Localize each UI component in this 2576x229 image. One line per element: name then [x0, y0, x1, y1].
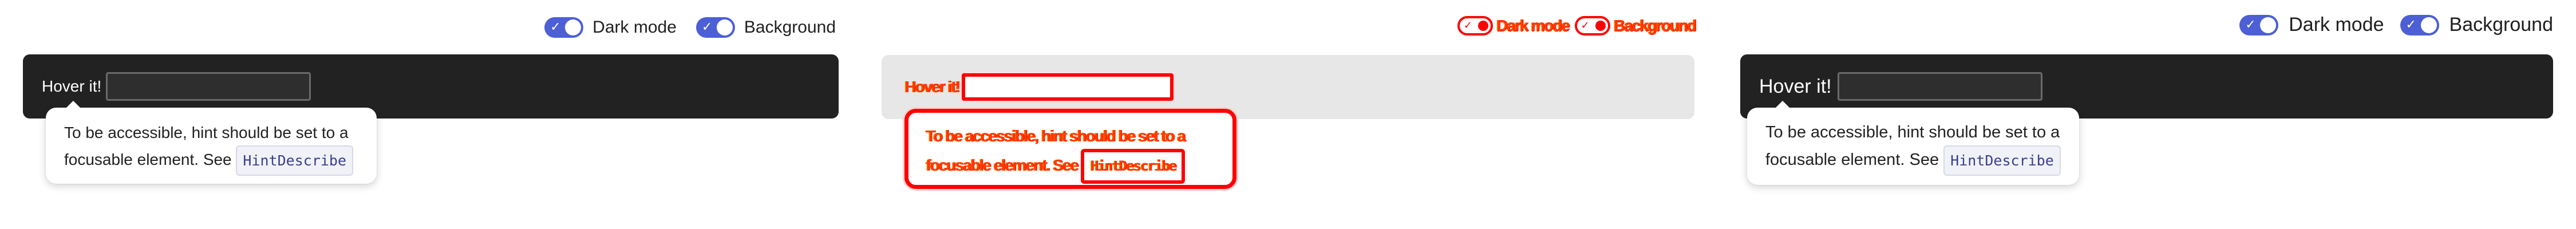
toggle-row: ✓ Dark mode ✓ Background — [2223, 14, 2553, 36]
dark-mode-toggle[interactable]: ✓ Dark mode — [2239, 14, 2384, 36]
background-switch[interactable]: ✓ — [2400, 14, 2439, 35]
check-icon: ✓ — [1463, 19, 1473, 31]
dark-mode-toggle[interactable]: ✓ Dark mode — [544, 17, 677, 38]
background-label: Background — [2449, 14, 2553, 35]
dark-mode-switch[interactable]: ✓ — [1457, 16, 1493, 35]
dark-mode-label: Dark mode — [1496, 17, 1570, 34]
background-switch[interactable]: ✓ — [696, 17, 735, 38]
check-icon: ✓ — [701, 20, 713, 34]
hover-label[interactable]: Hover it! — [1759, 76, 1832, 98]
page: ✓ Dark mode ✓ Background Hover it! To be… — [0, 0, 2576, 229]
switch-knob — [2260, 17, 2277, 33]
preview-panel-light: ✓ Dark mode ✓ Background Hover it! To be… — [859, 0, 1717, 229]
tooltip-arrow — [1776, 101, 1789, 108]
check-icon: ✓ — [1581, 19, 1590, 31]
dark-mode-label: Dark mode — [592, 18, 677, 37]
background-label: Background — [744, 18, 836, 37]
switch-knob — [1477, 21, 1488, 31]
preview-panel-large: ✓ Dark mode ✓ Background Hover it! To be… — [1717, 0, 2576, 229]
background-toggle[interactable]: ✓ Background — [1574, 16, 1697, 35]
hint-describe-code: HintDescribe — [1943, 145, 2061, 176]
dark-mode-switch[interactable]: ✓ — [544, 17, 584, 38]
hint-describe-code: HintDescribe — [1081, 149, 1185, 184]
check-icon: ✓ — [2245, 17, 2256, 32]
toggle-row: ✓ Dark mode ✓ Background — [1452, 16, 1697, 35]
hint-tooltip: To be accessible, hint should be set to … — [904, 109, 1236, 189]
switch-knob — [565, 19, 582, 35]
hover-input[interactable] — [1837, 72, 2042, 101]
check-icon: ✓ — [2405, 17, 2416, 32]
hover-input[interactable] — [106, 72, 311, 101]
hover-label[interactable]: Hover it! — [42, 77, 101, 96]
check-icon: ✓ — [550, 20, 561, 34]
hint-tooltip: To be accessible, hint should be set to … — [1747, 101, 2079, 185]
preview-panel-small: ✓ Dark mode ✓ Background Hover it! To be… — [0, 0, 859, 229]
background-label: Background — [1613, 17, 1697, 34]
background-switch[interactable]: ✓ — [1574, 16, 1610, 35]
toggle-row: ✓ Dark mode ✓ Background — [525, 17, 836, 38]
switch-knob — [1595, 21, 1606, 31]
switch-knob — [716, 19, 733, 35]
background-toggle[interactable]: ✓ Background — [696, 17, 836, 38]
hover-input[interactable] — [961, 73, 1174, 101]
hint-tooltip: To be accessible, hint should be set to … — [46, 101, 377, 184]
dark-mode-toggle[interactable]: ✓ Dark mode — [1457, 16, 1570, 35]
background-toggle[interactable]: ✓ Background — [2400, 14, 2553, 36]
hint-describe-code: HintDescribe — [236, 145, 354, 176]
dark-mode-label: Dark mode — [2289, 14, 2384, 35]
tooltip-arrow — [66, 101, 80, 108]
dark-mode-switch[interactable]: ✓ — [2239, 14, 2279, 35]
hover-label[interactable]: Hover it! — [904, 78, 961, 96]
switch-knob — [2420, 17, 2437, 33]
